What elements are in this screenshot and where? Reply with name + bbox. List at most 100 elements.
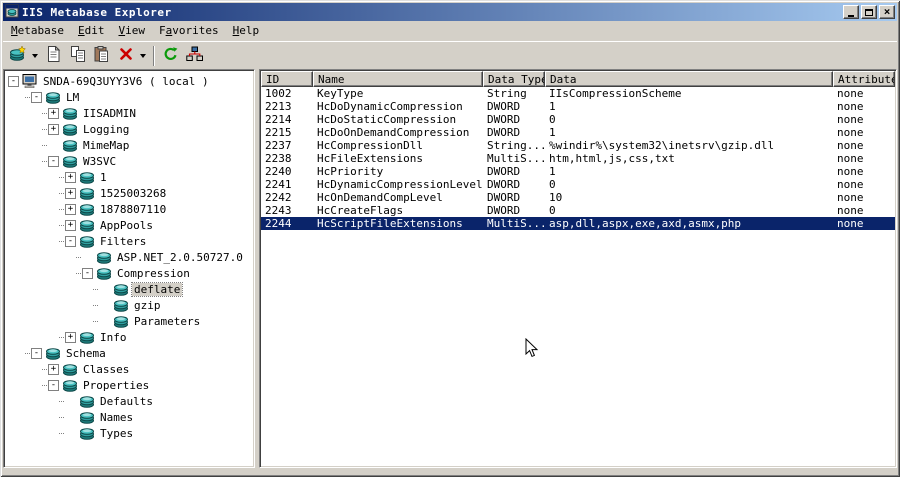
table-cell: 2214 [265,113,292,126]
menu-view[interactable]: View [111,22,152,39]
table-row-2242[interactable]: 2242 HcOnDemandCompLevel DWORD 10 none [261,191,895,204]
maximize-button[interactable] [861,5,877,19]
collapse-toggle[interactable]: - [8,75,19,87]
tree-item-gzip[interactable]: gzip [6,297,252,313]
list-body: 1002 KeyType String IIsCompressionScheme non… [261,87,895,466]
table-row-2237[interactable]: 2237 HcCompressionDll String... %windir%\sy… [261,139,895,152]
column-header-data-type[interactable]: Data Type [483,71,545,87]
refresh-button[interactable] [159,45,182,67]
new-record-button[interactable] [6,44,29,67]
window-controls: × [843,5,895,19]
tree-item-schema[interactable]: - Schema [6,345,252,361]
table-row-2244[interactable]: 2244 HcScriptFileExtensions MultiS... asp,d… [261,217,895,230]
expand-toggle[interactable]: + [48,123,59,135]
tree-item-snda-69q3uyy3v6-local-[interactable]: - SNDA-69Q3UYY3V6 ( local ) [6,73,252,89]
close-button[interactable]: × [879,5,895,19]
tree-item-defaults[interactable]: Defaults [6,393,252,409]
new-record-button-dropdown[interactable] [29,45,41,67]
delete-button-dropdown[interactable] [137,45,149,67]
tree-item-1525003268[interactable]: +1525003268 [6,185,252,201]
tree-item-properties[interactable]: - Properties [6,377,252,393]
copy-icon [70,45,86,66]
main-area: - SNDA-69Q3UYY3V6 ( local ) - LM + IISADMIN + L… [3,69,897,468]
tree-item-w3svc[interactable]: - W3SVC [6,153,252,169]
table-row-2213[interactable]: 2213 HcDoDynamicCompression DWORD 1 none [261,100,895,113]
edit-record-button[interactable] [42,44,65,67]
tree-item-filters[interactable]: - Filters [6,233,252,249]
menu-edit[interactable]: Edit [71,22,112,39]
copy-button[interactable] [66,45,89,67]
column-header-id[interactable]: ID [261,71,313,87]
tree-item-deflate[interactable]: deflate [6,281,252,297]
tree-item-info[interactable]: + Info [6,329,252,345]
tree-guide-line [59,400,64,402]
expand-toggle[interactable]: + [65,203,76,215]
table-cell: 2242 [265,191,292,204]
database-key-icon [79,218,95,232]
database-key-icon [113,314,129,328]
table-cell: 2241 [265,178,292,191]
tree-item-parameters[interactable]: Parameters [6,313,252,329]
database-key-icon [62,138,78,152]
tree-item-label: MimeMap [83,138,130,152]
table-cell: HcFileExtensions [317,152,423,165]
tree-item-label: IISADMIN [83,106,136,120]
tree-item-label: SNDA-69Q3UYY3V6 ( local ) [43,74,209,88]
menu-favorites[interactable]: Favorites [152,22,226,39]
paste-button[interactable] [90,45,113,67]
table-row-2214[interactable]: 2214 HcDoStaticCompression DWORD 0 none [261,113,895,126]
tree-item-label: Filters [100,234,147,248]
tree-item-lm[interactable]: - LM [6,89,252,105]
expand-toggle[interactable]: + [48,107,59,119]
table-cell: none [837,87,864,100]
title-bar[interactable]: IIS Metabase Explorer × [3,3,897,21]
table-row-2241[interactable]: 2241 HcDynamicCompressionLevel DWORD 0 none [261,178,895,191]
column-header-attributes[interactable]: Attributes [833,71,895,87]
window-title: IIS Metabase Explorer [22,5,172,19]
tree-item-1878807110[interactable]: +1878807110 [6,201,252,217]
table-row-2240[interactable]: 2240 HcPriority DWORD 1 none [261,165,895,178]
menu-help[interactable]: Help [226,22,267,39]
minimize-button[interactable] [843,5,859,19]
tree-item-types[interactable]: Types [6,425,252,441]
collapse-toggle[interactable]: - [65,235,76,247]
column-header-name[interactable]: Name [313,71,483,87]
table-cell: none [837,113,864,126]
delete-button[interactable] [114,45,137,67]
database-key-icon [79,234,95,248]
tree-item-label: Types [100,426,134,440]
database-key-icon [79,202,95,216]
expand-toggle[interactable]: + [65,187,76,199]
collapse-toggle[interactable]: - [82,267,93,279]
collapse-toggle[interactable]: - [31,347,42,359]
table-row-1002[interactable]: 1002 KeyType String IIsCompressionScheme non… [261,87,895,100]
table-row-2243[interactable]: 2243 HcCreateFlags DWORD 0 none [261,204,895,217]
menu-metabase[interactable]: Metabase [4,22,71,39]
table-row-2238[interactable]: 2238 HcFileExtensions MultiS... htm,html,js… [261,152,895,165]
tree-item-iisadmin[interactable]: + IISADMIN [6,105,252,121]
tree-guide-line [42,144,47,146]
expand-toggle[interactable]: + [65,171,76,183]
expand-toggle[interactable]: + [65,219,76,231]
tree-item-classes[interactable]: + Classes [6,361,252,377]
collapse-toggle[interactable]: - [48,155,59,167]
expand-toggle[interactable]: + [65,331,76,343]
table-cell: htm,html,js,css,txt [549,152,675,165]
database-key-icon [79,170,95,184]
tree-item-compression[interactable]: - Compression [6,265,252,281]
tree-item-asp-net-2-0-50727-0[interactable]: ASP.NET_2.0.50727.0 [6,249,252,265]
expand-toggle[interactable]: + [48,363,59,375]
tree-item-names[interactable]: Names [6,409,252,425]
tree-item-1[interactable]: +1 [6,169,252,185]
tree-item-label: Names [100,410,134,424]
connect-button[interactable] [183,45,206,67]
column-header-data[interactable]: Data [545,71,833,87]
tree-item-mimemap[interactable]: MimeMap [6,137,252,153]
collapse-toggle[interactable]: - [31,91,42,103]
collapse-toggle[interactable]: - [48,379,59,391]
tree-item-apppools[interactable]: + AppPools [6,217,252,233]
table-cell: 10 [549,191,563,204]
tree-item-logging[interactable]: + Logging [6,121,252,137]
table-row-2215[interactable]: 2215 HcDoOnDemandCompression DWORD 1 none [261,126,895,139]
database-key-icon [62,106,78,120]
